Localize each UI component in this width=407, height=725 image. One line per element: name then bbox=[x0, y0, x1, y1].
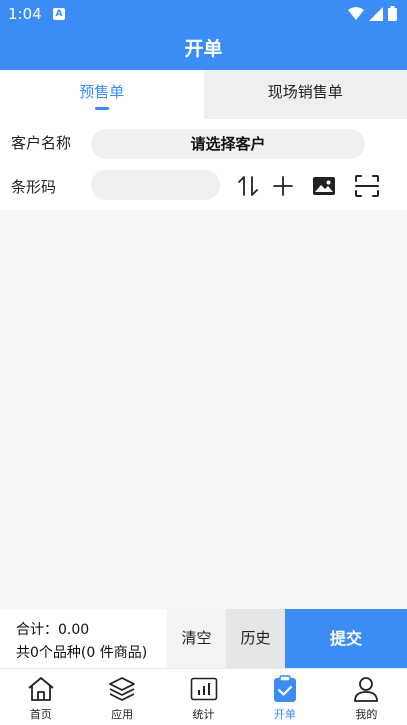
tab-onsite-sale[interactable]: 现场销售单 bbox=[203, 70, 407, 119]
status-icons bbox=[348, 6, 397, 21]
notification-icon: A bbox=[53, 8, 65, 20]
order-summary-bar: 合计：0.00 共0个品种(0 件商品) 清空 历史 提交 bbox=[0, 609, 407, 668]
scan-icon[interactable] bbox=[354, 173, 380, 199]
tab-presale-label: 预售单 bbox=[79, 83, 125, 101]
chart-icon bbox=[190, 675, 218, 703]
select-customer-button[interactable]: 请选择客户 bbox=[91, 129, 365, 159]
order-type-tabs: 预售单 现场销售单 bbox=[0, 70, 407, 119]
submit-button[interactable]: 提交 bbox=[285, 609, 407, 668]
tab-active-indicator bbox=[95, 107, 109, 110]
image-icon[interactable] bbox=[311, 173, 337, 199]
status-bar: 1:04 A bbox=[0, 0, 407, 28]
nav-label-profile: 我的 bbox=[355, 708, 378, 721]
clear-button[interactable]: 清空 bbox=[167, 609, 226, 668]
bottom-nav: 首页 应用 统计 开单 我的 bbox=[0, 668, 407, 725]
signal-icon bbox=[369, 6, 383, 21]
nav-item-stats[interactable]: 统计 bbox=[163, 669, 244, 725]
nav-item-order[interactable]: 开单 bbox=[244, 669, 325, 725]
product-list bbox=[0, 210, 407, 609]
total-amount: 合计：0.00 bbox=[16, 622, 90, 638]
nav-item-profile[interactable]: 我的 bbox=[326, 669, 407, 725]
nav-label-order: 开单 bbox=[273, 708, 296, 721]
barcode-label: 条形码 bbox=[11, 178, 57, 196]
nav-item-apps[interactable]: 应用 bbox=[81, 669, 162, 725]
plus-icon[interactable] bbox=[270, 173, 296, 199]
battery-icon bbox=[388, 6, 397, 21]
barcode-input[interactable] bbox=[91, 170, 220, 200]
nav-label-apps: 应用 bbox=[111, 708, 134, 721]
tab-presale[interactable]: 预售单 bbox=[0, 70, 204, 119]
sort-icon[interactable] bbox=[235, 173, 261, 199]
wifi-icon bbox=[348, 6, 364, 20]
item-count: 共0个品种(0 件商品) bbox=[16, 645, 148, 661]
nav-item-home[interactable]: 首页 bbox=[0, 669, 81, 725]
home-icon bbox=[27, 675, 55, 703]
history-button[interactable]: 历史 bbox=[226, 609, 285, 668]
clipboard-check-icon bbox=[271, 675, 299, 703]
status-time: 1:04 bbox=[8, 5, 42, 23]
layers-icon bbox=[108, 675, 136, 703]
user-icon bbox=[352, 675, 380, 703]
order-form: 客户名称 请选择客户 条形码 bbox=[0, 119, 407, 210]
page-title: 开单 bbox=[0, 28, 407, 70]
nav-label-home: 首页 bbox=[29, 708, 52, 721]
customer-label: 客户名称 bbox=[11, 134, 72, 152]
nav-label-stats: 统计 bbox=[192, 708, 215, 721]
tab-onsite-sale-label: 现场销售单 bbox=[267, 83, 343, 101]
